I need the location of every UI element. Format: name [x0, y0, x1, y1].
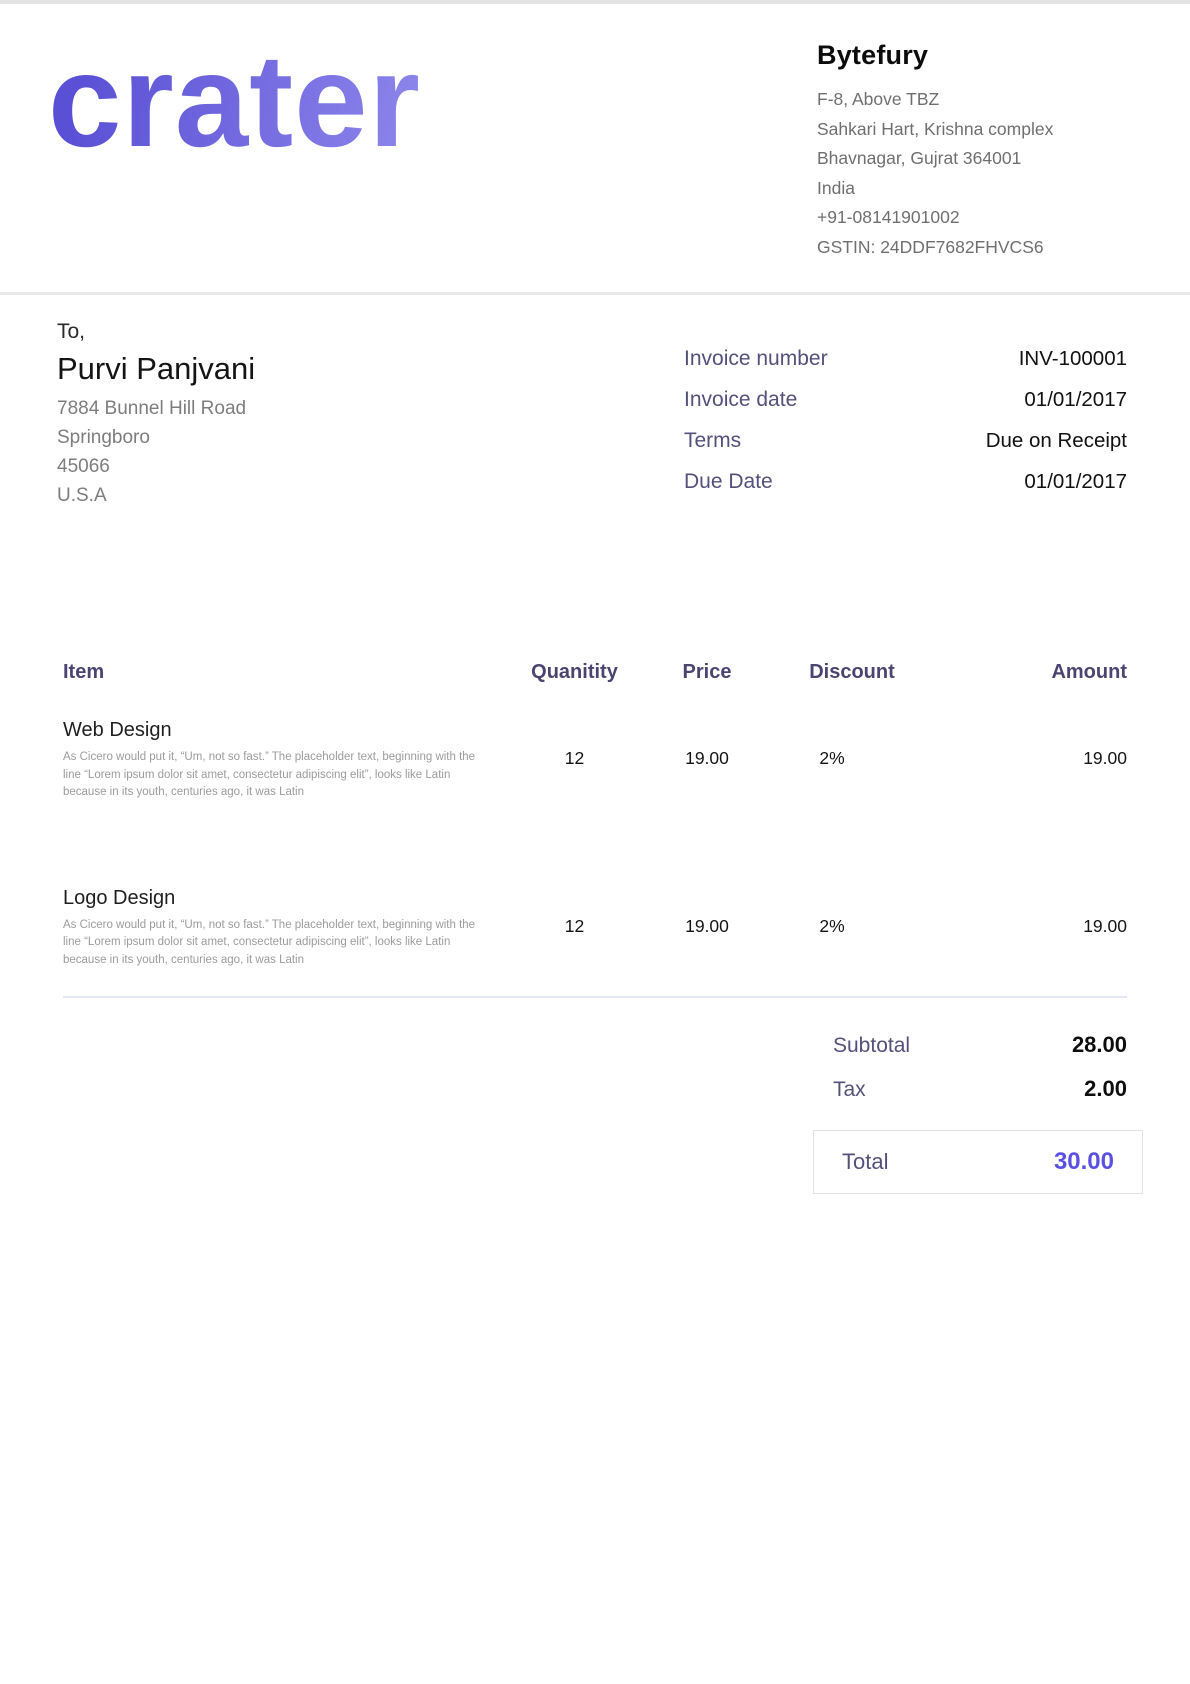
bill-to-block: To, Purvi Panjvani 7884 Bunnel Hill Road… — [57, 317, 255, 511]
items-header-row: Item Quanitity Price Discount Amount — [63, 661, 1127, 684]
total-box: Total 30.00 — [813, 1130, 1143, 1194]
column-header-price: Price — [647, 661, 767, 684]
invoice-meta: Invoice number INV-100001 Invoice date 0… — [684, 347, 1127, 511]
invoice-date-value: 01/01/2017 — [1024, 388, 1127, 412]
invoice-number-value: INV-100001 — [1019, 347, 1127, 371]
meta-row-invoice-date: Invoice date 01/01/2017 — [684, 388, 1127, 412]
invoice-header: crater Bytefury F-8, Above TBZ Sahkari H… — [0, 4, 1190, 295]
company-name: Bytefury — [817, 40, 1127, 71]
item-discount: 2% — [767, 802, 937, 970]
customer-address-line: Springboro — [57, 423, 255, 452]
company-phone: +91-08141901002 — [817, 203, 1127, 233]
items-table: Item Quanitity Price Discount Amount Web… — [63, 661, 1127, 969]
item-quantity: 12 — [502, 684, 647, 802]
company-gstin: GSTIN: 24DDF7682FHVCS6 — [817, 233, 1127, 263]
totals-section: Subtotal 28.00 Tax 2.00 Total 30.00 — [0, 1032, 1190, 1194]
item-cell: Logo Design As Cicero would put it, “Um,… — [63, 802, 502, 970]
meta-row-due-date: Due Date 01/01/2017 — [684, 470, 1127, 494]
customer-address-line: 45066 — [57, 452, 255, 481]
company-address-line: India — [817, 174, 1127, 204]
invoice-page: crater Bytefury F-8, Above TBZ Sahkari H… — [0, 0, 1190, 1684]
company-address-line: Sahkari Hart, Krishna complex — [817, 115, 1127, 145]
item-row: Web Design As Cicero would put it, “Um, … — [63, 684, 1127, 802]
item-cell: Web Design As Cicero would put it, “Um, … — [63, 684, 502, 802]
total-value: 30.00 — [1054, 1148, 1114, 1176]
subtotal-label: Subtotal — [833, 1034, 910, 1058]
company-address-line: Bhavnagar, Gujrat 364001 — [817, 144, 1127, 174]
terms-label: Terms — [684, 429, 741, 453]
subtotal-value: 28.00 — [1072, 1032, 1127, 1058]
terms-value: Due on Receipt — [986, 429, 1127, 453]
billing-section: To, Purvi Panjvani 7884 Bunnel Hill Road… — [0, 317, 1190, 511]
column-header-item: Item — [63, 661, 502, 684]
item-price: 19.00 — [647, 802, 767, 970]
item-description: As Cicero would put it, “Um, not so fast… — [63, 749, 491, 802]
tax-row: Tax 2.00 — [833, 1076, 1127, 1102]
crater-logo: crater — [48, 18, 421, 183]
item-description: As Cicero would put it, “Um, not so fast… — [63, 917, 491, 970]
column-header-discount: Discount — [767, 661, 937, 684]
meta-row-terms: Terms Due on Receipt — [684, 429, 1127, 453]
item-discount: 2% — [767, 684, 937, 802]
due-date-value: 01/01/2017 — [1024, 470, 1127, 494]
table-divider — [63, 996, 1127, 998]
customer-address-line: U.S.A — [57, 481, 255, 510]
column-header-amount: Amount — [937, 661, 1127, 684]
tax-label: Tax — [833, 1078, 866, 1102]
customer-name: Purvi Panjvani — [57, 347, 255, 391]
company-address-line: F-8, Above TBZ — [817, 85, 1127, 115]
due-date-label: Due Date — [684, 470, 773, 494]
invoice-date-label: Invoice date — [684, 388, 797, 412]
to-label: To, — [57, 317, 255, 347]
column-header-quantity: Quanitity — [502, 661, 647, 684]
item-name: Web Design — [63, 716, 502, 744]
company-info: Bytefury F-8, Above TBZ Sahkari Hart, Kr… — [817, 40, 1127, 262]
item-quantity: 12 — [502, 802, 647, 970]
item-row: Logo Design As Cicero would put it, “Um,… — [63, 802, 1127, 970]
tax-value: 2.00 — [1084, 1076, 1127, 1102]
meta-row-invoice-number: Invoice number INV-100001 — [684, 347, 1127, 371]
item-amount: 19.00 — [937, 802, 1127, 970]
subtotal-row: Subtotal 28.00 — [833, 1032, 1127, 1058]
item-amount: 19.00 — [937, 684, 1127, 802]
items-section: Item Quanitity Price Discount Amount Web… — [0, 661, 1190, 998]
item-name: Logo Design — [63, 884, 502, 912]
totals-rows: Subtotal 28.00 Tax 2.00 — [833, 1032, 1127, 1102]
item-price: 19.00 — [647, 684, 767, 802]
invoice-number-label: Invoice number — [684, 347, 828, 371]
total-label: Total — [842, 1149, 888, 1175]
customer-address-line: 7884 Bunnel Hill Road — [57, 394, 255, 423]
